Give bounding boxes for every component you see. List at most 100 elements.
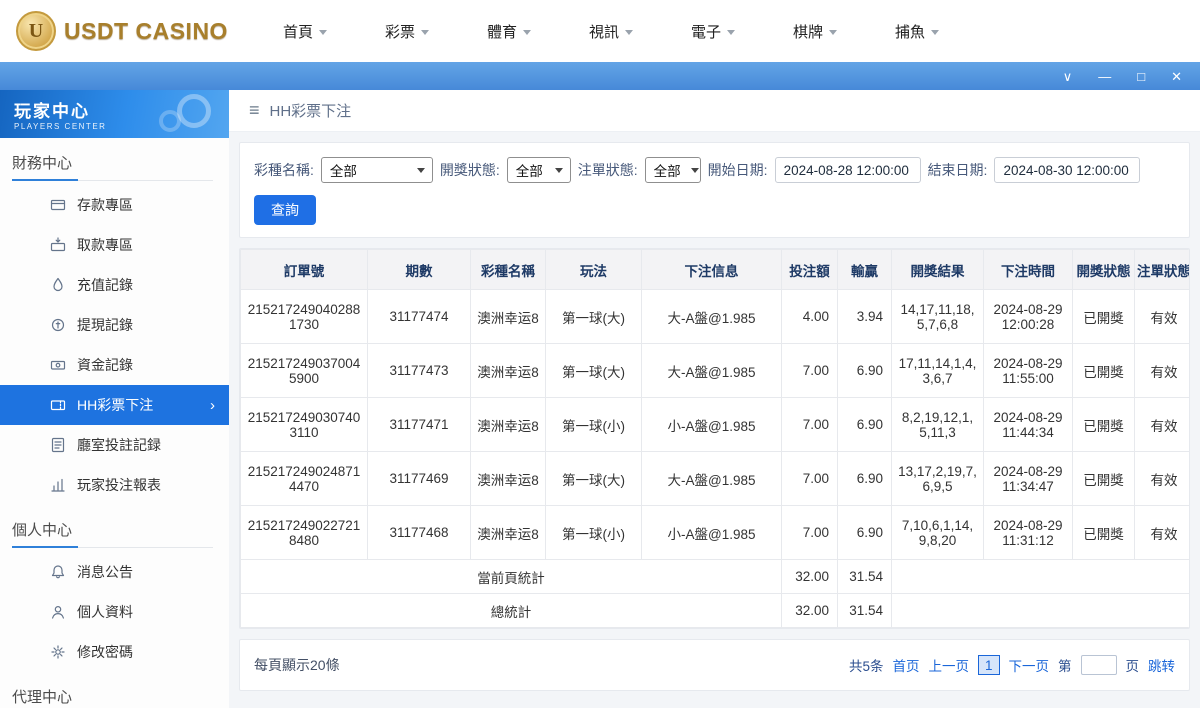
sidebar-item-label: 充值記錄: [77, 275, 133, 295]
nav-item-label: 捕魚: [895, 21, 925, 42]
sidebar-item-gear[interactable]: 修改密碼: [0, 632, 229, 672]
end-date-input[interactable]: [994, 157, 1140, 183]
window-maximize-icon[interactable]: □: [1137, 70, 1145, 83]
sidebar-item-hall[interactable]: 廳室投註記録: [0, 425, 229, 465]
sidebar-section-title: 財務中心: [12, 148, 213, 181]
table-cell: 澳洲幸运8: [471, 344, 546, 398]
start-date-input[interactable]: [775, 157, 921, 183]
table-cell: 7.00: [782, 506, 838, 560]
table-cell: 6.90: [838, 344, 892, 398]
table-row: 215217249024871447031177469澳洲幸运8第一球(大)大-…: [241, 452, 1191, 506]
pagination: 共5条 首页 上一页 1 下一页 第 页 跳转: [849, 655, 1175, 675]
summary-cell: [892, 560, 1191, 594]
gear-icon: [50, 644, 66, 660]
table-header-cell: 訂單號: [241, 250, 368, 290]
table-cell: 3.94: [838, 290, 892, 344]
chevron-right-icon: ›: [210, 397, 215, 414]
sidebar-item-report[interactable]: 玩家投注報表: [0, 465, 229, 505]
table-cell: 大-A盤@1.985: [642, 344, 782, 398]
brand-logo[interactable]: U USDT CASINO: [16, 11, 228, 51]
pagination-prev[interactable]: 上一页: [928, 655, 969, 675]
cashout-icon: [50, 317, 66, 333]
nav-item[interactable]: 電子: [691, 21, 735, 42]
window-minimize-icon[interactable]: —: [1098, 70, 1111, 83]
page-title: HH彩票下注: [270, 100, 352, 121]
nav-item-label: 體育: [487, 21, 517, 42]
table-cell: 2024-08-29 11:34:47: [984, 452, 1073, 506]
table-cell: 已開獎: [1073, 344, 1135, 398]
table-cell: 有效: [1135, 452, 1191, 506]
funds-icon: [50, 357, 66, 373]
hall-icon: [50, 437, 66, 453]
nav-item[interactable]: 體育: [487, 21, 531, 42]
sidebar-item-bell[interactable]: 消息公告: [0, 552, 229, 592]
sidebar-item-user[interactable]: 個人資料: [0, 592, 229, 632]
search-button[interactable]: 查詢: [254, 195, 316, 225]
nav-item[interactable]: 捕魚: [895, 21, 939, 42]
summary-cell: 32.00: [782, 560, 838, 594]
chevron-down-icon: [417, 168, 425, 173]
nav-item[interactable]: 視訊: [589, 21, 633, 42]
table-cell: 有效: [1135, 398, 1191, 452]
pagination-total: 共5条: [849, 655, 884, 675]
table-cell: 6.90: [838, 398, 892, 452]
nav-item[interactable]: 彩票: [385, 21, 429, 42]
sidebar-item-label: 取款專區: [77, 235, 133, 255]
table-cell: 有效: [1135, 506, 1191, 560]
order-status-select[interactable]: 全部: [645, 157, 701, 183]
sidebar-section-title: 個人中心: [12, 515, 213, 548]
window-close-icon[interactable]: ✕: [1171, 70, 1182, 83]
pagination-current-page[interactable]: 1: [978, 655, 1000, 675]
lottery-filter-label: 彩種名稱:: [254, 160, 314, 180]
nav-item-label: 視訊: [589, 21, 619, 42]
pagination-jump-button[interactable]: 跳转: [1148, 655, 1175, 675]
sidebar-item-cashout[interactable]: 提現記錄: [0, 305, 229, 345]
table-row: 215217249030740311031177471澳洲幸运8第一球(小)小-…: [241, 398, 1191, 452]
sidebar-item-label: 個人資料: [77, 602, 133, 622]
withdraw-icon: [50, 237, 66, 253]
summary-cell: 總統計: [241, 594, 782, 628]
sidebar-item-funds[interactable]: 資金記錄: [0, 345, 229, 385]
nav-item[interactable]: 首頁: [283, 21, 327, 42]
hamburger-icon[interactable]: ≡: [249, 100, 260, 121]
chevron-down-icon: [421, 30, 429, 35]
end-date-label: 結束日期:: [928, 160, 988, 180]
poker-chip-icon: [177, 94, 211, 128]
content-header: ≡ HH彩票下注: [229, 90, 1200, 132]
pagination-next[interactable]: 下一页: [1009, 655, 1050, 675]
lottery-select-value: 全部: [330, 160, 357, 180]
deposit-icon: [50, 197, 66, 213]
table-cell: 31177469: [368, 452, 471, 506]
table-row: 215217249022721848031177468澳洲幸运8第一球(小)小-…: [241, 506, 1191, 560]
user-icon: [50, 604, 66, 620]
table-header-cell: 輸贏: [838, 250, 892, 290]
draw-status-select[interactable]: 全部: [507, 157, 571, 183]
table-cell: 澳洲幸运8: [471, 452, 546, 506]
order-status-filter-label: 注單狀態:: [578, 160, 638, 180]
summary-cell: 32.00: [782, 594, 838, 628]
table-cell: 2024-08-29 11:44:34: [984, 398, 1073, 452]
sidebar-item-label: 廳室投註記録: [77, 435, 161, 455]
pagination-first[interactable]: 首页: [892, 655, 919, 675]
page-jump-input[interactable]: [1081, 655, 1117, 675]
window-collapse-icon[interactable]: ∨: [1063, 70, 1073, 83]
main-nav: 首頁 彩票 體育 視訊 電子 棋牌 捕魚: [283, 21, 939, 42]
sidebar-item-label: 消息公告: [77, 562, 133, 582]
sidebar-item-recharge[interactable]: 充值記錄: [0, 265, 229, 305]
sidebar-item-lottery[interactable]: HH彩票下注›: [0, 385, 229, 425]
draw-status-select-value: 全部: [516, 160, 543, 180]
nav-item[interactable]: 棋牌: [793, 21, 837, 42]
table-row: 215217249040288173031177474澳洲幸运8第一球(大)大-…: [241, 290, 1191, 344]
table-cell: 澳洲幸运8: [471, 290, 546, 344]
lottery-select[interactable]: 全部: [321, 157, 433, 183]
window-titlebar: ∨ — □ ✕: [0, 62, 1200, 90]
table-cell: 14,17,11,18,5,7,6,8: [892, 290, 984, 344]
sidebar-item-deposit[interactable]: 存款專區: [0, 185, 229, 225]
summary-cell: 31.54: [838, 594, 892, 628]
summary-row: 當前頁統計32.0031.54: [241, 560, 1191, 594]
table-cell: 6.90: [838, 506, 892, 560]
draw-status-filter-label: 開獎狀態:: [440, 160, 500, 180]
sidebar-item-label: 修改密碼: [77, 642, 133, 662]
sidebar-item-withdraw[interactable]: 取款專區: [0, 225, 229, 265]
sidebar-menu: 財務中心存款專區取款專區充值記錄提現記錄資金記錄HH彩票下注› 廳室投註記録玩家投…: [0, 148, 229, 708]
